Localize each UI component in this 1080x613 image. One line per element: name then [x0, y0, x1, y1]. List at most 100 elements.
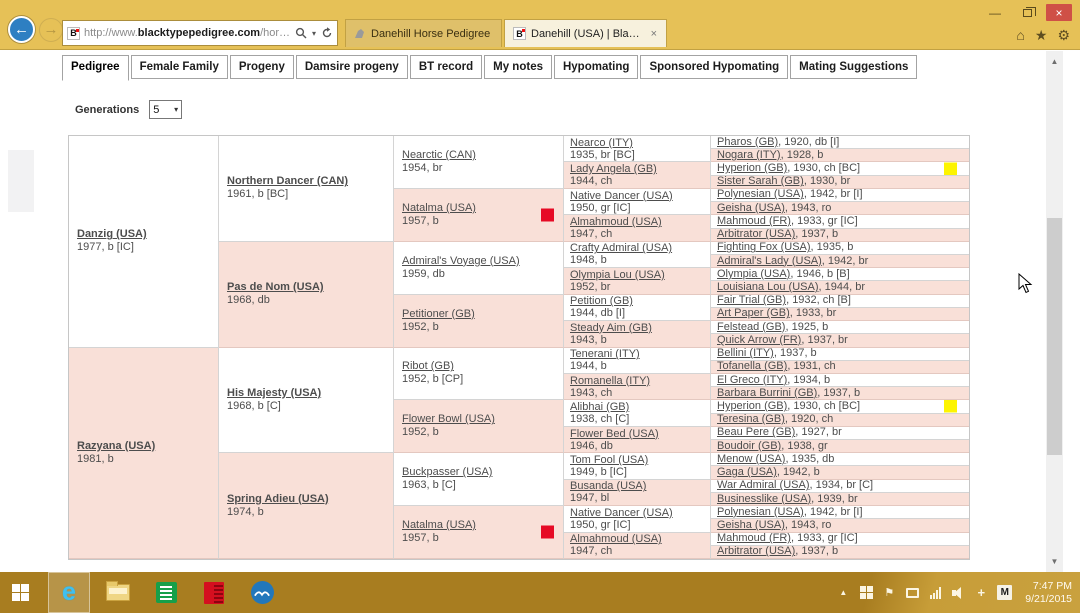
tray-windows-icon[interactable]	[859, 585, 873, 601]
monitor-icon[interactable]	[905, 585, 919, 601]
language-indicator[interactable]: M	[997, 585, 1012, 601]
horse-link[interactable]: Petitioner (GB)	[402, 308, 475, 320]
horse-link[interactable]: Native Dancer (USA)	[570, 507, 673, 519]
restore-button[interactable]	[1014, 4, 1040, 21]
horse-link[interactable]: Nogara (ITY)	[717, 149, 781, 162]
refresh-icon[interactable]	[321, 27, 333, 39]
horse-link[interactable]: Mahmoud (FR)	[717, 215, 791, 228]
horse-link[interactable]: Geisha (USA)	[717, 519, 785, 532]
horse-link[interactable]: Lady Angela (GB)	[570, 163, 657, 175]
horse-link[interactable]: Felstead (GB)	[717, 321, 785, 334]
horse-link[interactable]: Tenerani (ITY)	[570, 348, 640, 360]
horse-link[interactable]: Fighting Fox (USA)	[717, 242, 811, 255]
horse-link[interactable]: Pas de Nom (USA)	[227, 281, 324, 293]
horse-link[interactable]: Menow (USA)	[717, 453, 785, 466]
horse-link[interactable]: Petition (GB)	[570, 295, 633, 307]
browser-tab-1[interactable]: Danehill Horse Pedigree	[345, 19, 502, 47]
horse-link[interactable]: Admiral's Voyage (USA)	[402, 255, 520, 267]
horse-link[interactable]: Geisha (USA)	[717, 202, 785, 215]
horse-link[interactable]: Olympia Lou (USA)	[570, 269, 665, 281]
scroll-down-icon[interactable]: ▼	[1046, 553, 1063, 570]
horse-link[interactable]: Steady Aim (GB)	[570, 322, 652, 334]
horse-link[interactable]: El Greco (ITY)	[717, 374, 787, 387]
horse-link[interactable]: Hyperion (GB)	[717, 162, 787, 175]
horse-link[interactable]: Pharos (GB)	[717, 136, 778, 149]
settings-gear-icon[interactable]: ⚙	[1057, 27, 1070, 44]
forward-button[interactable]: →	[39, 18, 63, 42]
horse-link[interactable]: Northern Dancer (CAN)	[227, 175, 348, 187]
horse-link[interactable]: Beau Pere (GB)	[717, 427, 795, 440]
horse-link[interactable]: Native Dancer (USA)	[570, 190, 673, 202]
back-button[interactable]: ←	[8, 16, 35, 43]
tab-bt-record[interactable]: BT record	[410, 55, 482, 79]
horse-link[interactable]: Tofanella (GB)	[717, 361, 787, 374]
horse-link[interactable]: Alibhai (GB)	[570, 401, 629, 413]
horse-link[interactable]: Flower Bowl (USA)	[402, 413, 495, 425]
tab-sponsored-hypomating[interactable]: Sponsored Hypomating	[640, 55, 788, 79]
horse-link[interactable]: Fair Trial (GB)	[717, 295, 786, 308]
horse-link[interactable]: Arbitrator (USA)	[717, 546, 795, 559]
horse-link[interactable]: Buckpasser (USA)	[402, 466, 492, 478]
horse-link[interactable]: Flower Bed (USA)	[570, 428, 659, 440]
taskbar-internet-explorer[interactable]: e	[48, 572, 90, 613]
horse-link[interactable]: Almahmoud (USA)	[570, 216, 662, 228]
scroll-up-icon[interactable]: ▲	[1046, 53, 1063, 70]
browser-tab-2[interactable]: B Danehill (USA) | Blacktype-... ×	[504, 19, 667, 47]
horse-link[interactable]: Admiral's Lady (USA)	[717, 255, 822, 268]
show-hidden-icons[interactable]: ▲	[836, 585, 850, 601]
horse-link[interactable]: Spring Adieu (USA)	[227, 493, 329, 505]
tab-pedigree[interactable]: Pedigree	[62, 55, 129, 81]
horse-link[interactable]: Polynesian (USA)	[717, 189, 804, 202]
url-text[interactable]: http://www.blacktypepedigree.com/horse/D…	[84, 27, 292, 39]
horse-link[interactable]: Tom Fool (USA)	[570, 454, 648, 466]
horse-link[interactable]: Sister Sarah (GB)	[717, 176, 804, 189]
taskbar-file-explorer[interactable]	[98, 572, 138, 613]
horse-link[interactable]: Barbara Burrini (GB)	[717, 387, 817, 400]
horse-link[interactable]: Boudoir (GB)	[717, 440, 781, 453]
tab-mating-suggestions[interactable]: Mating Suggestions	[790, 55, 917, 79]
horse-link[interactable]: War Admiral (USA)	[717, 480, 810, 493]
close-button[interactable]: ×	[1046, 4, 1072, 21]
taskbar-openoffice[interactable]	[242, 572, 282, 613]
horse-link[interactable]: Danzig (USA)	[77, 228, 147, 240]
taskbar-clock[interactable]: 7:47 PM 9/21/2015	[1025, 580, 1072, 606]
home-icon[interactable]: ⌂	[1016, 27, 1024, 44]
generations-select[interactable]: 5 ▾	[149, 100, 182, 119]
horse-link[interactable]: Bellini (ITY)	[717, 348, 774, 361]
address-bar[interactable]: B http://www.blacktypepedigree.com/horse…	[62, 20, 338, 46]
tab-female-family[interactable]: Female Family	[131, 55, 228, 79]
horse-link[interactable]: Arbitrator (USA)	[717, 229, 795, 242]
horse-link[interactable]: Busanda (USA)	[570, 480, 646, 492]
start-button[interactable]	[0, 572, 40, 613]
tab-damsire-progeny[interactable]: Damsire progeny	[296, 55, 408, 79]
horse-link[interactable]: Romanella (ITY)	[570, 375, 650, 387]
tab-progeny[interactable]: Progeny	[230, 55, 294, 79]
close-tab-icon[interactable]: ×	[650, 28, 658, 40]
move-icon[interactable]: +	[974, 585, 988, 601]
minimize-button[interactable]: —	[982, 4, 1008, 21]
horse-link[interactable]: Crafty Admiral (USA)	[570, 242, 672, 254]
flag-icon[interactable]: ⚑	[882, 585, 896, 601]
horse-link[interactable]: Teresina (GB)	[717, 414, 785, 427]
horse-link[interactable]: Olympia (USA)	[717, 268, 790, 281]
search-icon[interactable]	[295, 27, 307, 39]
horse-link[interactable]: Hyperion (GB)	[717, 400, 787, 413]
horse-link[interactable]: Louisiana Lou (USA)	[717, 281, 819, 294]
horse-link[interactable]: Quick Arrow (FR)	[717, 334, 801, 347]
taskbar-red-app[interactable]	[194, 572, 234, 613]
horse-link[interactable]: Razyana (USA)	[77, 440, 155, 452]
horse-link[interactable]: Polynesian (USA)	[717, 506, 804, 519]
vertical-scrollbar[interactable]: ▲ ▼	[1046, 51, 1063, 572]
horse-link[interactable]: Art Paper (GB)	[717, 308, 790, 321]
autocomplete-dropdown-icon[interactable]: ▾	[312, 29, 316, 38]
horse-link[interactable]: Gaga (USA)	[717, 466, 777, 479]
favorites-star-icon[interactable]: ★	[1035, 27, 1048, 44]
horse-link[interactable]: Natalma (USA)	[402, 202, 476, 214]
horse-link[interactable]: Almahmoud (USA)	[570, 533, 662, 545]
volume-icon[interactable]	[951, 585, 965, 601]
taskbar-green-app[interactable]	[146, 572, 186, 613]
horse-link[interactable]: Ribot (GB)	[402, 360, 454, 372]
network-signal-icon[interactable]	[928, 585, 942, 601]
horse-link[interactable]: Businesslike (USA)	[717, 493, 811, 506]
scrollbar-thumb[interactable]	[1047, 218, 1062, 455]
